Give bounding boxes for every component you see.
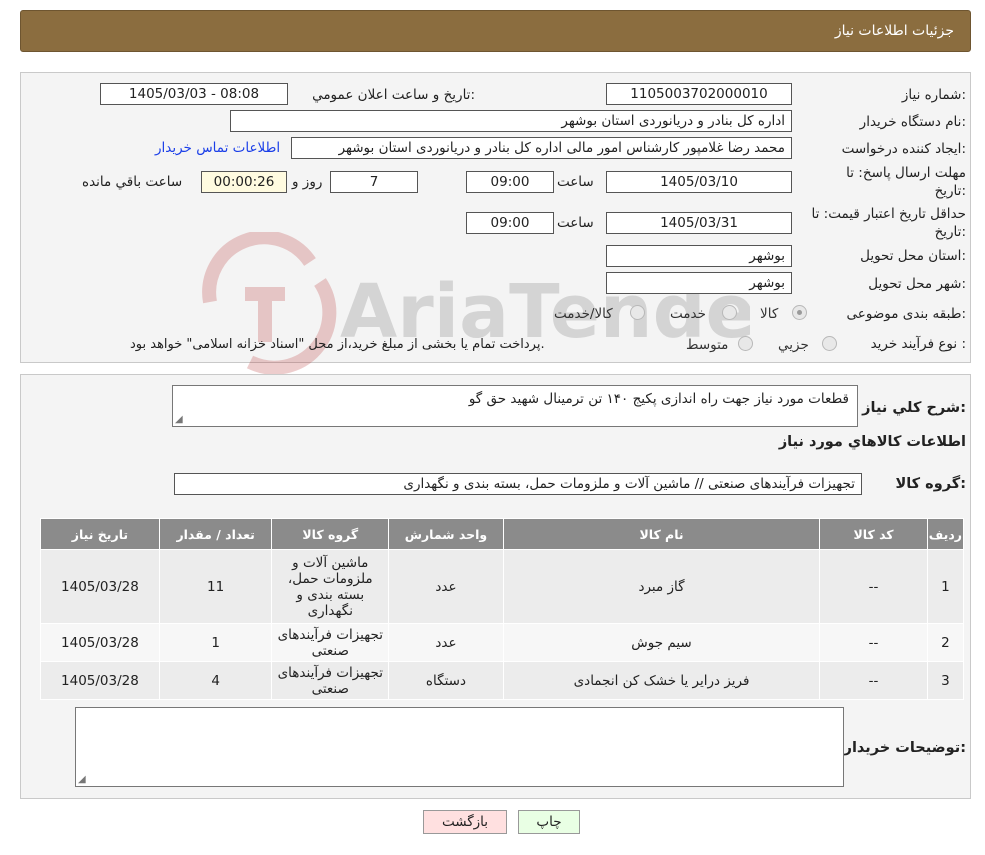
col-qty: تعداد / مقدار <box>158 518 273 550</box>
deadline-time-field: 09:00 <box>466 171 554 193</box>
col-group: گروه کالا <box>271 518 390 550</box>
creator-field: محمد رضا غلامپور کارشناس امور مالی اداره… <box>291 137 792 159</box>
cell-unit: دستگاه <box>388 661 504 700</box>
category-option-goods-service: کالا/خدمت <box>554 306 613 322</box>
cell-code: -- <box>819 661 928 700</box>
price-validity-label-2: تاریخ: <box>934 224 966 240</box>
col-index: رديف <box>926 518 965 550</box>
table-row: 1 -- گاز مبرد عدد ماشین آلات و ملزومات ح… <box>40 549 965 624</box>
province-label: استان محل تحویل: <box>860 248 966 264</box>
cell-qty: 4 <box>158 661 273 700</box>
process-note: پرداخت تمام یا بخشی از مبلغ خرید،از محل … <box>130 337 545 352</box>
process-option-minor: جزیي <box>778 337 809 353</box>
cell-date: 1405/03/28 <box>40 623 160 662</box>
page-title: جزئیات اطلاعات نیاز <box>834 23 954 39</box>
goods-info-title: اطلاعات کالاهاي مورد نياز <box>778 434 966 450</box>
cell-index: 2 <box>926 623 965 662</box>
process-radio-minor[interactable] <box>822 336 837 351</box>
cell-date: 1405/03/28 <box>40 549 160 624</box>
back-button[interactable]: بازگشت <box>423 810 507 834</box>
summary-label: شرح کلي نياز: <box>862 400 966 416</box>
category-option-service: خدمت <box>670 306 706 322</box>
buyer-org-label: نام دستگاه خريدار: <box>859 114 966 130</box>
province-field: بوشهر <box>606 245 792 267</box>
need-number-label: شماره نیاز: <box>901 87 966 103</box>
days-field: 7 <box>330 171 418 193</box>
buyer-notes-label: توضيحات خريدار: <box>843 740 966 756</box>
resize-grip-icon[interactable]: ◢ <box>175 415 183 425</box>
cell-qty: 11 <box>158 549 273 624</box>
cell-index: 3 <box>926 661 965 700</box>
days-label: روز و <box>292 174 323 190</box>
col-unit: واحد شمارش <box>388 518 504 550</box>
city-label: شهر محل تحویل: <box>868 276 966 292</box>
cell-unit: عدد <box>388 623 504 662</box>
deadline-date-field: 1405/03/10 <box>606 171 792 193</box>
category-radio-service[interactable] <box>722 305 737 320</box>
process-radio-medium[interactable] <box>738 336 753 351</box>
remaining-time-field: 00:00:26 <box>201 171 287 193</box>
category-option-goods: کالا <box>760 306 779 322</box>
need-number-field: 1105003702000010 <box>606 83 792 105</box>
buyer-notes-textarea[interactable]: ◢ <box>75 707 844 787</box>
cell-unit: عدد <box>388 549 504 624</box>
cell-index: 1 <box>926 549 965 624</box>
page-header: جزئیات اطلاعات نیاز <box>20 10 971 52</box>
announce-label: تاریخ و ساعت اعلان عمومي: <box>312 87 475 103</box>
cell-name: سیم جوش <box>502 623 821 662</box>
table-row: 3 -- فریز درایر یا خشک کن انجمادی دستگاه… <box>40 661 965 700</box>
cell-code: -- <box>819 623 928 662</box>
table-row: 2 -- سیم جوش عدد تجهیزات فرآیندهای صنعتی… <box>40 623 965 662</box>
goods-table: رديف کد کالا نام کالا واحد شمارش گروه کا… <box>40 518 965 700</box>
col-name: نام کالا <box>502 518 821 550</box>
col-date: تاریخ نیاز <box>40 518 160 550</box>
summary-text: قطعات مورد نیاز جهت راه اندازی پکیج ۱۴۰ … <box>468 391 849 407</box>
cell-qty: 1 <box>158 623 273 662</box>
cell-code: -- <box>819 549 928 624</box>
col-code: کد کالا <box>819 518 928 550</box>
price-validity-label: حداقل تاریخ اعتبار قیمت: تا <box>811 206 966 222</box>
cell-name: فریز درایر یا خشک کن انجمادی <box>502 661 821 700</box>
goods-group-field: تجهیزات فرآیندهای صنعتی // ماشین آلات و … <box>174 473 862 495</box>
summary-textarea[interactable]: قطعات مورد نیاز جهت راه اندازی پکیج ۱۴۰ … <box>172 385 858 427</box>
cell-group: تجهیزات فرآیندهای صنعتی <box>271 661 390 700</box>
announce-field: 1405/03/03 - 08:08 <box>100 83 288 105</box>
city-field: بوشهر <box>606 272 792 294</box>
cell-group: تجهیزات فرآیندهای صنعتی <box>271 623 390 662</box>
remaining-label: ساعت باقي مانده <box>82 174 183 190</box>
process-label: نوع فرآیند خرید : <box>870 336 966 352</box>
category-radio-goods-service[interactable] <box>630 305 645 320</box>
cell-date: 1405/03/28 <box>40 661 160 700</box>
cell-group: ماشین آلات و ملزومات حمل، بسته بندی و نگ… <box>271 549 390 624</box>
category-label: طبقه بندی موضوعی: <box>846 306 966 322</box>
cell-name: گاز مبرد <box>502 549 821 624</box>
category-radio-goods[interactable] <box>792 305 807 320</box>
print-button[interactable]: چاپ <box>518 810 580 834</box>
deadline-time-label: ساعت <box>557 174 594 190</box>
deadline-label: مهلت ارسال پاسخ: تا <box>846 165 966 181</box>
goods-group-label: گروه کالا: <box>895 476 966 492</box>
price-validity-time-label: ساعت <box>557 215 594 231</box>
buyer-org-field: اداره کل بنادر و دریانوردی استان بوشهر <box>230 110 792 132</box>
process-option-medium: متوسط <box>686 337 729 353</box>
goods-table-header: رديف کد کالا نام کالا واحد شمارش گروه کا… <box>40 518 965 550</box>
deadline-label-2: تاریخ: <box>934 183 966 199</box>
contact-buyer-link[interactable]: اطلاعات تماس خریدار <box>155 140 280 156</box>
price-validity-date-field: 1405/03/31 <box>606 212 792 234</box>
price-validity-time-field: 09:00 <box>466 212 554 234</box>
resize-grip-icon[interactable]: ◢ <box>78 775 86 785</box>
creator-label: ايجاد کننده درخواست: <box>841 141 966 157</box>
